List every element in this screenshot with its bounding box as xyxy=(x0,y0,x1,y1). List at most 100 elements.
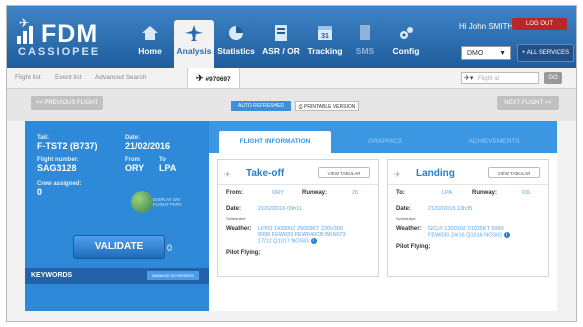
nav-sms[interactable]: SMS xyxy=(348,20,382,68)
plane-icon xyxy=(185,25,203,41)
info-icon[interactable]: i xyxy=(310,238,317,244)
tab-current-flight[interactable]: ✈ #970697 xyxy=(187,68,240,88)
logo-bars-icon xyxy=(17,22,39,44)
flight-path-link[interactable]: DISPLAY ON FLIGHT PATH xyxy=(153,197,193,207)
sub-tab-bar: Flight list Event list Advanced Search ✈… xyxy=(7,68,576,89)
logout-button[interactable]: LOG OUT xyxy=(512,18,567,30)
landing-pilot-value: - xyxy=(428,246,430,252)
nav-home[interactable]: Home xyxy=(130,20,170,68)
takeoff-title: Take-off xyxy=(246,168,285,179)
nav-asr-or-label: ASR / OR xyxy=(262,46,300,56)
logout-label: LOG OUT xyxy=(525,21,553,27)
previous-flight-button[interactable]: << PREVIOUS FLIGHT xyxy=(31,96,103,110)
next-flight-button[interactable]: NEXT FLIGHT >> xyxy=(497,96,559,110)
takeoff-from-value: ORY xyxy=(272,190,284,196)
tab-achievements[interactable]: ACHIEVEMENTS xyxy=(439,131,549,153)
date-field: Date: 21/02/2016 xyxy=(125,135,170,151)
nav-tracking[interactable]: 31 Tracking xyxy=(305,20,345,68)
plane-icon: ✈ xyxy=(196,73,204,83)
takeoff-date-value: 21/02/2016 09h11 xyxy=(258,206,302,212)
crew-field: Crew assigned: 0 xyxy=(37,181,81,197)
takeoff-plane-icon: ✈ xyxy=(224,170,231,179)
nav-config[interactable]: Config xyxy=(386,20,426,68)
landing-plane-icon: ✈ xyxy=(394,170,401,179)
nav-asr-or[interactable]: ASR / OR xyxy=(260,20,302,68)
landing-weather-value: GCLP 130030Z 01025KT 9999 FEW030 24/16 Q… xyxy=(428,226,524,238)
takeoff-pilot-label: Pilot Flying: xyxy=(226,250,261,256)
flight-search-placeholder: Flight id xyxy=(478,76,500,82)
flight-number-field: Flight number: SAG3128 xyxy=(37,157,79,173)
flight-number-value: SAG3128 xyxy=(37,163,77,173)
landing-title: Landing xyxy=(416,168,455,179)
validate-count: 0 xyxy=(167,243,173,253)
app-frame: ✈ FDM CASSIOPEE Home Analysis Statistics xyxy=(6,5,577,322)
from-field: From ORY xyxy=(125,157,144,173)
nav-config-label: Config xyxy=(392,46,420,56)
tab-graphics[interactable]: GRAPHICS xyxy=(333,131,437,153)
flight-search-input[interactable]: ✈▾ Flight id xyxy=(461,72,539,84)
tab-event-list[interactable]: Event list xyxy=(55,68,81,88)
from-value: ORY xyxy=(125,163,145,173)
chevron-down-icon: ▼ xyxy=(499,50,506,57)
auto-refresh-button[interactable]: AUTO REFRESHED xyxy=(231,101,291,111)
landing-pilot-label: Pilot Flying: xyxy=(396,244,431,250)
go-button[interactable]: GO xyxy=(544,72,562,84)
tab-advanced-search[interactable]: Advanced Search xyxy=(95,68,146,88)
takeoff-view-tabular-button[interactable]: VIEW TABULAR xyxy=(318,167,370,178)
header: ✈ FDM CASSIOPEE Home Analysis Statistics xyxy=(7,6,576,68)
landing-view-tabular-button[interactable]: VIEW TABULAR xyxy=(488,167,540,178)
validate-label: VALIDATE xyxy=(94,241,144,252)
landing-divider xyxy=(388,184,548,185)
landing-weather-label: Weather: xyxy=(396,226,422,232)
takeoff-divider xyxy=(218,184,378,185)
landing-runway-label: Runway: xyxy=(472,190,498,196)
takeoff-from-label: From: xyxy=(226,190,243,196)
go-label: GO xyxy=(548,75,558,81)
landing-runway-value: 03L xyxy=(522,190,532,196)
gears-icon xyxy=(400,27,413,39)
tab-current-flight-label: #970697 xyxy=(205,76,231,83)
tail-value: F-TST2 (B737) xyxy=(37,141,98,151)
date-value: 21/02/2016 xyxy=(125,141,171,151)
nav-home-label: Home xyxy=(138,46,162,56)
manage-keywords-button[interactable]: MANAGE KEYWORDS xyxy=(147,271,199,280)
takeoff-weather-value: LFPO 142000Z 25009KT 220V300 9999 FEW033… xyxy=(258,226,354,244)
info-icon[interactable]: i xyxy=(503,232,510,238)
nav-analysis[interactable]: Analysis xyxy=(174,20,214,68)
flight-toolbar: << PREVIOUS FLIGHT AUTO REFRESHED ⎙ PRIN… xyxy=(7,89,576,121)
keywords-bar: KEYWORDS MANAGE KEYWORDS xyxy=(25,268,209,284)
flight-summary-panel: Tail: F-TST2 (B737) Date: 21/02/2016 Fli… xyxy=(25,121,209,311)
report-icon xyxy=(275,25,287,41)
landing-view-tabular-label: VIEW TABULAR xyxy=(497,171,531,176)
tab-flight-information[interactable]: FLIGHT INFORMATION xyxy=(219,131,331,153)
flight-information-body: ✈ Take-off VIEW TABULAR From: ORY Runway… xyxy=(209,153,557,311)
all-services-label: ALL SERVICES xyxy=(526,50,570,56)
nav-statistics[interactable]: Statistics xyxy=(216,20,256,68)
landing-card: ✈ Landing VIEW TABULAR To: LPA Runway: 0… xyxy=(387,159,549,277)
globe-icon[interactable] xyxy=(131,191,153,213)
validate-button[interactable]: VALIDATE xyxy=(73,235,165,259)
to-field: To LPA xyxy=(159,157,176,173)
takeoff-pilot-value: - xyxy=(258,252,260,258)
nav-statistics-label: Statistics xyxy=(217,46,255,56)
next-flight-label: NEXT FLIGHT >> xyxy=(504,100,552,106)
home-icon xyxy=(142,26,158,40)
tab-flight-list[interactable]: Flight list xyxy=(15,68,41,88)
printable-version-button[interactable]: ⎙ PRINTABLE VERSION xyxy=(295,101,359,111)
nav-sms-label: SMS xyxy=(355,46,375,56)
org-select[interactable]: DMO ▼ xyxy=(461,46,511,60)
logo-subtitle: CASSIOPEE xyxy=(18,46,101,58)
previous-flight-label: << PREVIOUS FLIGHT xyxy=(35,100,99,106)
manage-keywords-label: MANAGE KEYWORDS xyxy=(152,273,194,278)
takeoff-view-tabular-label: VIEW TABULAR xyxy=(327,171,361,176)
svg-text:31: 31 xyxy=(321,33,329,40)
to-value: LPA xyxy=(159,163,177,173)
landing-date-label: Date: xyxy=(396,206,412,212)
document-icon xyxy=(360,25,370,40)
takeoff-runway-label: Runway: xyxy=(302,190,328,196)
all-services-button[interactable]: + ALL SERVICES xyxy=(517,44,574,62)
logo[interactable]: ✈ FDM CASSIOPEE xyxy=(17,16,127,58)
org-select-value: DMO xyxy=(467,50,484,57)
landing-to-label: To: xyxy=(396,190,405,196)
landing-weather-text: GCLP 130030Z 01025KT 9999 FEW030 24/16 Q… xyxy=(428,226,504,239)
